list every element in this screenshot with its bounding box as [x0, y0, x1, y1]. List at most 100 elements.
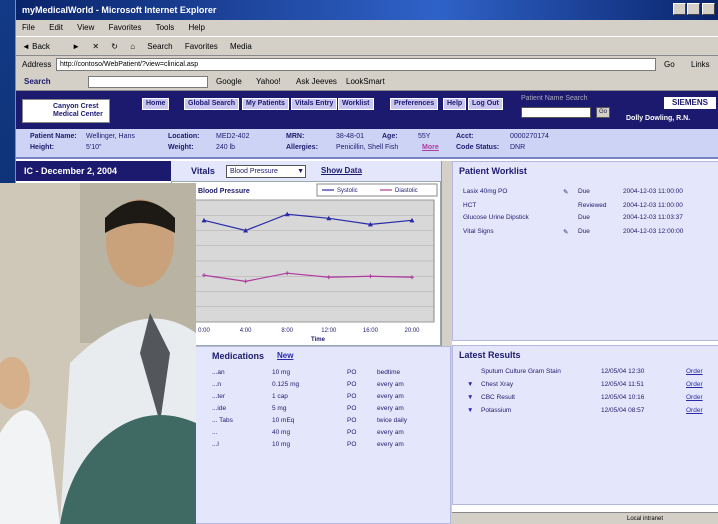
yahoo-button[interactable]: Yahoo! [256, 73, 281, 91]
patient-search-go-button[interactable]: Go [596, 107, 610, 118]
medication-row[interactable]: ...l 10 mg PO every am [212, 441, 442, 452]
medication-row[interactable]: ... Tabs 10 mEq PO twice daily [212, 417, 442, 428]
medication-row[interactable]: ...ter 1 cap PO every am [212, 393, 442, 404]
window-title: myMedicalWorld - Microsoft Internet Expl… [22, 5, 217, 15]
legend-label: Diastolic [395, 188, 418, 194]
med-drug: ...n [212, 381, 222, 388]
address-bar: Address http://contoso/WebPatient/?view=… [16, 56, 718, 73]
legend-box [316, 183, 438, 197]
result-row[interactable]: Sputum Culture Gram Stain 12/05/04 12:30 O… [461, 368, 716, 380]
edit-icon[interactable]: ✎ [563, 188, 568, 196]
worklist-row[interactable]: HCT Reviewed 2004-12-03 11:00:00 [463, 202, 713, 214]
result-row[interactable]: ▼ CBC Result 12/05/04 10:16 Order [461, 394, 716, 406]
address-label: Address [22, 60, 52, 69]
result-time: 12/05/04 10:16 [601, 394, 645, 401]
medication-row[interactable]: ... 40 mg PO every am [212, 429, 442, 440]
menu-edit[interactable]: Edit [49, 23, 63, 32]
med-dose: 1 cap [272, 393, 288, 400]
nav-my-patients[interactable]: My Patients [242, 98, 289, 110]
results-pane: Latest Results Sputum Culture Gram Stain… [452, 345, 718, 505]
patient-search-input[interactable] [521, 107, 591, 118]
close-button[interactable] [702, 3, 715, 15]
menu-tools[interactable]: Tools [156, 23, 175, 32]
order-link[interactable]: Order [686, 394, 703, 401]
medication-row[interactable]: ...n 0.125 mg PO every am [212, 381, 442, 392]
worklist-status: Due [578, 228, 590, 235]
nav-worklist[interactable]: Worklist [338, 98, 374, 110]
allergies-label: Allergies: [286, 144, 318, 151]
search-toolbar-button[interactable]: Search [147, 42, 172, 51]
expand-arrow-icon[interactable]: ▼ [467, 407, 473, 414]
result-row[interactable]: ▼ Chest Xray 12/05/04 11:51 Order [461, 381, 716, 393]
result-time: 12/05/04 12:30 [601, 368, 645, 375]
x-tick-label: 20:00 [404, 328, 420, 334]
acct-value: 0000270174 [510, 133, 549, 140]
search-toolbar-input[interactable] [88, 76, 208, 88]
hospital-logo[interactable]: Canyon Crest Medical Center [22, 99, 110, 123]
expand-arrow-icon[interactable]: ▼ [467, 381, 473, 388]
back-button[interactable]: ◄ Back [22, 42, 60, 51]
menu-file[interactable]: File [22, 23, 35, 32]
maximize-button[interactable] [687, 3, 700, 15]
patient-search-label: Patient Name Search [521, 95, 588, 102]
medication-row[interactable]: ...an 10 mg PO bedtime [212, 369, 442, 380]
med-freq: every am [377, 405, 404, 412]
nav-log-out[interactable]: Log Out [468, 98, 503, 110]
patient-banner: Patient Name: Wellinger, Hans Height: 5'… [16, 129, 718, 159]
med-freq: every am [377, 393, 404, 400]
home-icon[interactable]: ⌂ [130, 42, 135, 51]
menu-favorites[interactable]: Favorites [109, 23, 142, 32]
med-route: PO [347, 369, 357, 376]
med-drug: ... [212, 429, 218, 436]
worklist-row[interactable]: Glucose Urine Dipstick Due 2004-12-03 11:0… [463, 214, 713, 226]
go-button[interactable]: Go [664, 56, 675, 73]
vitals-select[interactable]: Blood Pressure ▼ [226, 165, 306, 178]
allergies-value: Penicillin, Shell Fish [336, 144, 399, 151]
medication-row[interactable]: ...ide 5 mg PO every am [212, 405, 442, 416]
height-value: 5'10" [86, 144, 102, 151]
mrn-value: 38-48-01 [336, 133, 365, 140]
worklist-row[interactable]: Vital Signs ✎ Due 2004-12-03 12:00:00 [463, 228, 713, 240]
worklist-task: Glucose Urine Dipstick [463, 214, 529, 221]
x-tick-label: 8:00 [281, 328, 293, 334]
order-link[interactable]: Order [686, 368, 703, 375]
result-row[interactable]: ▼ Potassium 12/05/04 08:57 Order [461, 407, 716, 419]
med-drug: ...ter [212, 393, 226, 400]
med-route: PO [347, 393, 357, 400]
chevron-down-icon[interactable]: ▼ [297, 166, 304, 177]
address-input[interactable]: http://contoso/WebPatient/?view=clinical… [56, 58, 656, 71]
looksmart-button[interactable]: LookSmart [346, 73, 385, 91]
siemens-logo: SIEMENS [664, 97, 716, 109]
expand-arrow-icon[interactable]: ▼ [467, 394, 473, 401]
order-link[interactable]: Order [686, 407, 703, 414]
medications-title: Medications [212, 351, 265, 361]
order-link[interactable]: Order [686, 381, 703, 388]
med-freq: every am [377, 429, 404, 436]
nav-global-search[interactable]: Global Search [184, 98, 240, 110]
menu-help[interactable]: Help [189, 23, 205, 32]
nav-preferences[interactable]: Preferences [390, 98, 439, 110]
minimize-button[interactable] [673, 3, 686, 15]
stop-icon[interactable]: ✕ [92, 42, 99, 51]
nav-help[interactable]: Help [443, 98, 467, 110]
x-tick-label: 16:00 [363, 328, 379, 334]
nav-home[interactable]: Home [142, 98, 170, 110]
worklist-row[interactable]: Lasix 40mg PO ✎ Due 2004-12-03 11:00:00 [463, 188, 713, 200]
google-button[interactable]: Google [216, 73, 242, 91]
forward-icon[interactable]: ► [72, 42, 80, 51]
location-value: MED2-402 [216, 133, 250, 140]
show-data-link[interactable]: Show Data [321, 161, 362, 181]
menu-view[interactable]: View [77, 23, 94, 32]
refresh-icon[interactable]: ↻ [111, 42, 118, 51]
links-label[interactable]: Links [691, 56, 710, 73]
allergies-more-link[interactable]: More [422, 144, 439, 151]
media-toolbar-button[interactable]: Media [230, 42, 252, 51]
worklist-pane: Patient Worklist Lasix 40mg PO ✎ Due 2004-1… [452, 161, 718, 341]
edit-icon[interactable]: ✎ [563, 228, 568, 236]
favorites-toolbar-button[interactable]: Favorites [185, 42, 218, 51]
ask-jeeves-button[interactable]: Ask Jeeves [296, 73, 337, 91]
med-dose: 10 mEq [272, 417, 295, 424]
result-time: 12/05/04 11:51 [601, 381, 644, 388]
new-medication-link[interactable]: New [277, 351, 293, 360]
nav-vitals-entry[interactable]: Vitals Entry [291, 98, 338, 110]
